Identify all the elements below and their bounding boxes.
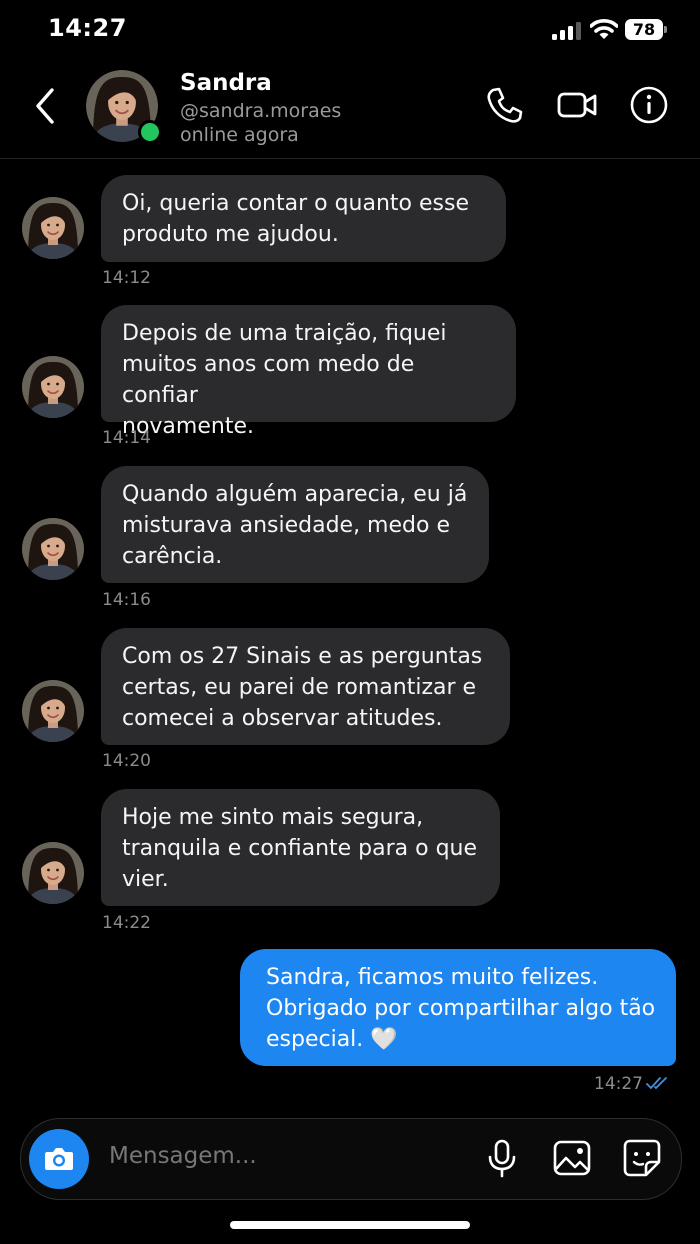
wifi-icon: [590, 19, 618, 39]
online-status-dot: [138, 120, 162, 144]
sender-avatar[interactable]: [22, 356, 84, 418]
sender-avatar[interactable]: [22, 518, 84, 580]
sticker-icon[interactable]: [621, 1137, 663, 1179]
cellular-signal-icon: [552, 22, 581, 40]
message-timestamp: 14:12: [102, 268, 151, 288]
message-timestamp: 14:16: [102, 590, 151, 610]
message-timestamp: 14:22: [102, 913, 151, 933]
incoming-message-bubble[interactable]: Hoje me sinto mais segura, tranquila e c…: [101, 789, 500, 906]
outgoing-message-bubble[interactable]: Sandra, ficamos muito felizes. Obrigado …: [240, 949, 676, 1066]
contact-name[interactable]: Sandra: [180, 70, 272, 96]
sender-avatar[interactable]: [22, 680, 84, 742]
home-indicator[interactable]: [230, 1221, 470, 1229]
back-chevron-icon[interactable]: [30, 84, 60, 128]
message-composer: Mensagem...: [20, 1118, 682, 1200]
info-icon[interactable]: [628, 84, 670, 126]
camera-button[interactable]: [29, 1129, 89, 1189]
message-input[interactable]: Mensagem...: [109, 1143, 257, 1169]
sender-avatar[interactable]: [22, 197, 84, 259]
incoming-message-bubble[interactable]: Quando alguém aparecia, eu já misturava …: [101, 466, 489, 583]
phone-icon[interactable]: [484, 84, 526, 126]
incoming-message-bubble[interactable]: Com os 27 Sinais e as perguntas certas, …: [101, 628, 510, 745]
read-receipt-icon: [646, 1077, 667, 1090]
battery-tip: [664, 26, 667, 33]
microphone-icon[interactable]: [481, 1137, 523, 1179]
message-timestamp: 14:20: [102, 751, 151, 771]
video-camera-icon[interactable]: [556, 84, 598, 126]
chat-header: Sandra @sandra.moraes online agora: [0, 60, 700, 159]
battery-indicator: 78: [625, 19, 663, 40]
incoming-message-bubble[interactable]: Oi, queria contar o quanto esse produto …: [101, 175, 506, 262]
incoming-message-bubble[interactable]: Depois de uma traição, fiquei muitos ano…: [101, 305, 516, 439]
battery-level: 78: [632, 20, 656, 39]
message-timestamp: 14:27: [594, 1074, 643, 1094]
presence-status: online agora: [180, 124, 299, 146]
sender-avatar[interactable]: [22, 842, 84, 904]
status-bar: 14:27 78: [0, 0, 700, 60]
camera-icon: [45, 1148, 73, 1170]
gallery-icon[interactable]: [551, 1137, 593, 1179]
contact-handle: @sandra.moraes: [180, 100, 342, 122]
status-time: 14:27: [48, 14, 127, 42]
message-timestamp: 14:14: [102, 428, 151, 448]
